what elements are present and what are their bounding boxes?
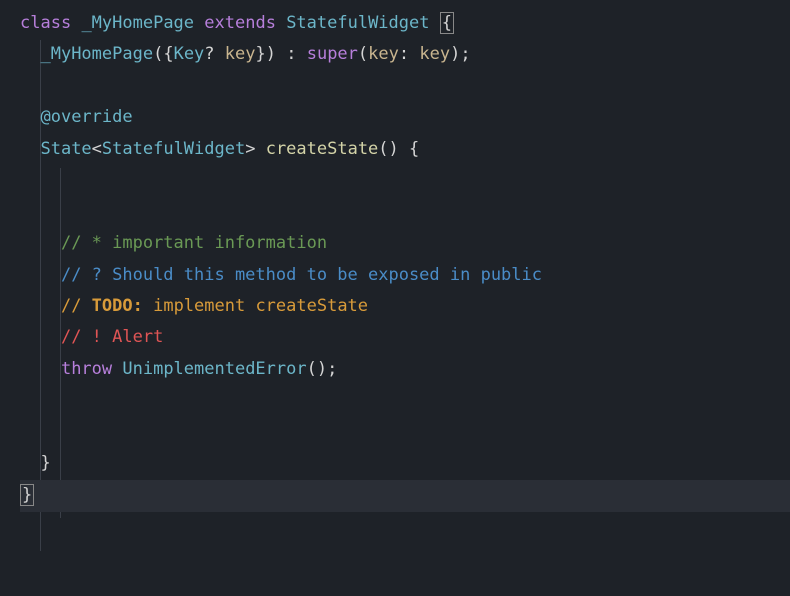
parens: () — [378, 139, 398, 159]
close: ); — [450, 44, 470, 64]
comment-todo-text: implement createState — [143, 296, 368, 316]
brace: } — [256, 44, 266, 64]
comment-todo-slash: // — [61, 296, 92, 316]
keyword-throw: throw — [61, 359, 112, 379]
close-brace: } — [20, 484, 34, 506]
code-line-empty[interactable] — [20, 71, 790, 102]
paren: ) — [266, 44, 276, 64]
colon: : — [276, 44, 307, 64]
code-line-5[interactable]: // * important information — [20, 228, 790, 259]
named-val: key — [419, 44, 450, 64]
code-line-3[interactable]: @override — [20, 102, 790, 133]
parens: (); — [307, 359, 338, 379]
code-line-6[interactable]: // ? Should this method to be exposed in… — [20, 260, 790, 291]
code-line-8[interactable]: // ! Alert — [20, 322, 790, 353]
comment-alert: // ! Alert — [61, 327, 163, 347]
code-line-4[interactable]: State<StatefulWidget> createState() { — [20, 134, 790, 165]
class-name: _MyHomePage — [81, 13, 194, 33]
space — [276, 13, 286, 33]
keyword-extends: extends — [204, 13, 276, 33]
colon: : — [399, 44, 419, 64]
generic-open: < — [92, 139, 102, 159]
comment-todo-label: TODO: — [92, 296, 143, 316]
code-line-9[interactable]: throw UnimplementedError(); — [20, 354, 790, 385]
code-line-1[interactable]: class _MyHomePage extends StatefulWidget… — [20, 8, 790, 39]
named-param: key — [368, 44, 399, 64]
brace: { — [399, 139, 419, 159]
code-line-empty[interactable] — [20, 165, 790, 196]
code-line-7[interactable]: // TODO: implement createState — [20, 291, 790, 322]
space — [429, 13, 439, 33]
close-brace: } — [40, 453, 50, 473]
annotation-override: @override — [40, 107, 132, 127]
key-type: Key — [174, 44, 205, 64]
comment-question: // ? Should this method to be exposed in… — [61, 265, 542, 285]
nullable: ? — [204, 44, 214, 64]
current-line-highlight — [20, 480, 790, 512]
code-line-empty[interactable] — [20, 385, 790, 416]
space — [194, 13, 204, 33]
brace: { — [163, 44, 173, 64]
code-line-empty[interactable] — [20, 197, 790, 228]
generic-close: > — [245, 139, 255, 159]
error-class: UnimplementedError — [112, 359, 306, 379]
code-line-10[interactable]: } — [20, 448, 790, 479]
keyword-super: super — [307, 44, 358, 64]
code-line-11[interactable]: } — [20, 480, 790, 511]
code-line-empty[interactable] — [20, 417, 790, 448]
open-brace: { — [440, 12, 454, 34]
paren: ( — [358, 44, 368, 64]
method-name: createState — [255, 139, 378, 159]
code-line-2[interactable]: _MyHomePage({Key? key}) : super(key: key… — [20, 39, 790, 70]
key-param: key — [215, 44, 256, 64]
constructor-name: _MyHomePage — [40, 44, 153, 64]
keyword-class: class — [20, 13, 71, 33]
generic-type: StatefulWidget — [102, 139, 245, 159]
space — [71, 13, 81, 33]
code-editor[interactable]: class _MyHomePage extends StatefulWidget… — [0, 8, 790, 511]
return-type: State — [40, 139, 91, 159]
comment-important: // * important information — [61, 233, 327, 253]
parent-class: StatefulWidget — [286, 13, 429, 33]
paren: ( — [153, 44, 163, 64]
